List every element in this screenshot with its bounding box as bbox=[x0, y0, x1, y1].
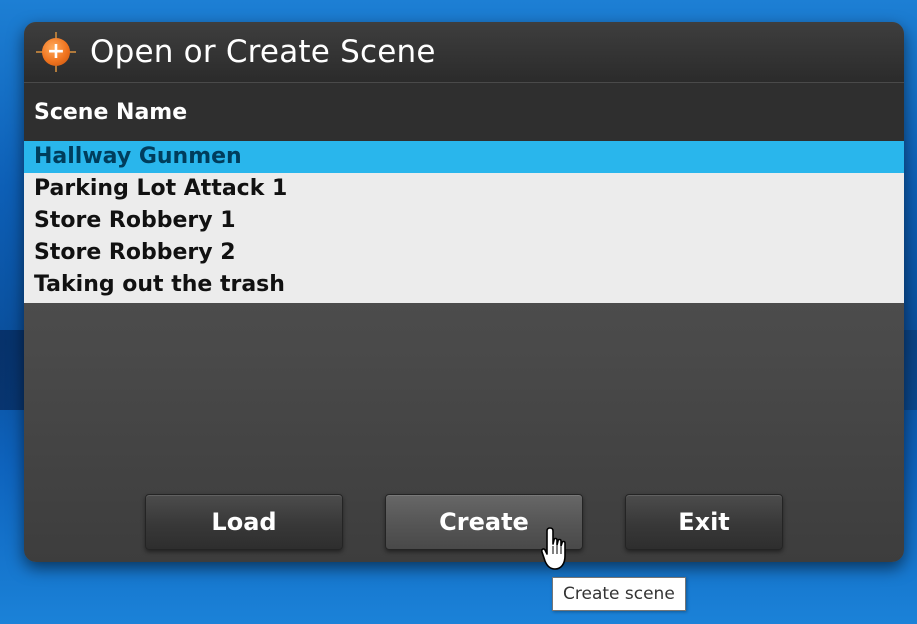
create-scene-tooltip: Create scene bbox=[552, 577, 686, 611]
dialog-title: Open or Create Scene bbox=[90, 34, 436, 70]
scene-list-item[interactable]: Store Robbery 2 bbox=[24, 237, 904, 269]
open-or-create-scene-dialog: + Open or Create Scene Scene Name Hallwa… bbox=[24, 22, 904, 562]
exit-button[interactable]: Exit bbox=[625, 494, 783, 550]
button-bar: Load Create Exit bbox=[24, 494, 904, 550]
scene-list: Hallway Gunmen Parking Lot Attack 1 Stor… bbox=[24, 141, 904, 303]
column-header-scene-name: Scene Name bbox=[34, 99, 188, 125]
load-button[interactable]: Load bbox=[145, 494, 343, 550]
plus-crosshair-icon: + bbox=[36, 32, 76, 72]
dialog-titlebar: + Open or Create Scene bbox=[24, 22, 904, 82]
scene-list-item[interactable]: Parking Lot Attack 1 bbox=[24, 173, 904, 205]
scene-list-header: Scene Name bbox=[24, 82, 904, 141]
scene-list-item[interactable]: Hallway Gunmen bbox=[24, 141, 904, 173]
scene-list-item[interactable]: Taking out the trash bbox=[24, 269, 904, 301]
scene-list-item[interactable]: Store Robbery 1 bbox=[24, 205, 904, 237]
hand-pointer-icon bbox=[541, 527, 566, 570]
